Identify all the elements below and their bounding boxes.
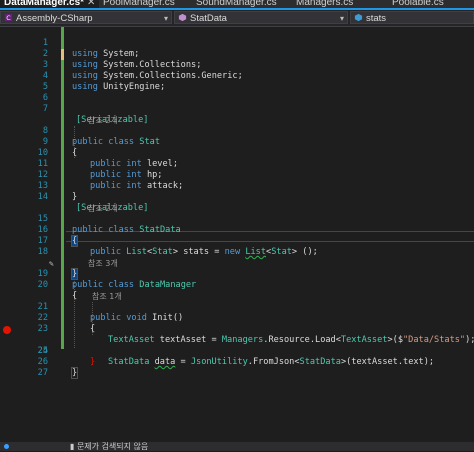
field-icon — [354, 13, 363, 22]
chevron-down-icon: ▾ — [339, 14, 344, 23]
type-name: StatData — [190, 13, 227, 24]
codelens-row: 참조 3개 — [0, 247, 474, 268]
tab-label: DataManager.cs* — [4, 0, 85, 8]
code-text: } — [70, 367, 79, 379]
class-icon — [178, 13, 187, 22]
close-icon[interactable]: ✕ — [87, 0, 95, 8]
code-line: 19 public class DataManager — [0, 258, 474, 290]
code-line: 10 public int level; — [0, 137, 474, 169]
code-line: 14 [Serializable] — [0, 181, 474, 213]
code-line: 7 {[Serializable] — [0, 93, 474, 125]
code-line: 3 using System.Collections.Generic; — [0, 49, 474, 81]
status-bar: ▮ 문제가 검색되지 않음 — [0, 442, 474, 451]
code-line: 27 — [0, 357, 474, 378]
code-line: 18 ✎ } — [0, 236, 474, 280]
code-line: 1 using System; — [0, 27, 474, 59]
project-name: Assembly-CSharp — [16, 13, 93, 24]
line-number: 27 — [37, 368, 48, 378]
code-line: 20 { — [0, 269, 474, 301]
code-line: 12 public int attack; — [0, 159, 474, 191]
codelens-row: 참조 1개 — [0, 280, 474, 301]
tab-label: SoundManager.cs — [196, 0, 277, 8]
chevron-down-icon: ▾ — [163, 14, 168, 23]
code-line: 15 public class StatData — [0, 203, 474, 235]
breakpoint-icon[interactable] — [3, 326, 11, 334]
code-line: 9 { — [0, 126, 474, 158]
code-line: 11 public int hp; — [0, 148, 474, 180]
code-line: 13 } — [0, 170, 474, 202]
code-line: 4 using UnityEngine; — [0, 60, 474, 92]
code-line: 5 — [0, 71, 474, 92]
code-editor[interactable]: 1 using System; 2 using System.Collectio… — [0, 27, 474, 442]
status-icon — [4, 444, 9, 449]
code-line: 17 public List<Stat> stats = new List<St… — [0, 225, 474, 257]
code-line: 21 public void Init() — [0, 291, 474, 323]
code-line: 26 } — [0, 346, 474, 379]
navigation-bar: C Assembly-CSharp ▾ StatData ▾ stats — [0, 10, 474, 27]
svg-text:C: C — [6, 15, 11, 22]
tab-label: PoolManager.cs — [103, 0, 175, 8]
code-line: 24 StatData data = JsonUtility.FromJson<… — [0, 324, 474, 367]
tab-label: Managers.cs — [296, 0, 354, 8]
codelens-row: 참조 2개 — [0, 104, 474, 125]
type-dropdown[interactable]: StatData ▾ — [174, 11, 348, 24]
code-line: 8 public class Stat — [0, 115, 474, 147]
csharp-project-icon: C — [4, 13, 13, 22]
code-line: 22 { — [0, 302, 474, 334]
code-line: 2 using System.Collections; — [0, 38, 474, 70]
codelens-row: 참조 2개 — [0, 192, 474, 213]
code-line: 6 — [0, 82, 474, 103]
code-line: 16 { — [0, 214, 474, 247]
code-line: 23 TextAsset textAsset = Managers.Resour… — [0, 313, 474, 345]
member-name: stats — [366, 13, 387, 24]
member-dropdown[interactable]: stats — [350, 11, 474, 24]
code-line: 25 } — [0, 335, 474, 367]
project-dropdown[interactable]: C Assembly-CSharp ▾ — [0, 11, 172, 24]
tab-label: Poolable.cs — [392, 0, 444, 8]
status-text: ▮ 문제가 검색되지 않음 — [70, 442, 149, 451]
